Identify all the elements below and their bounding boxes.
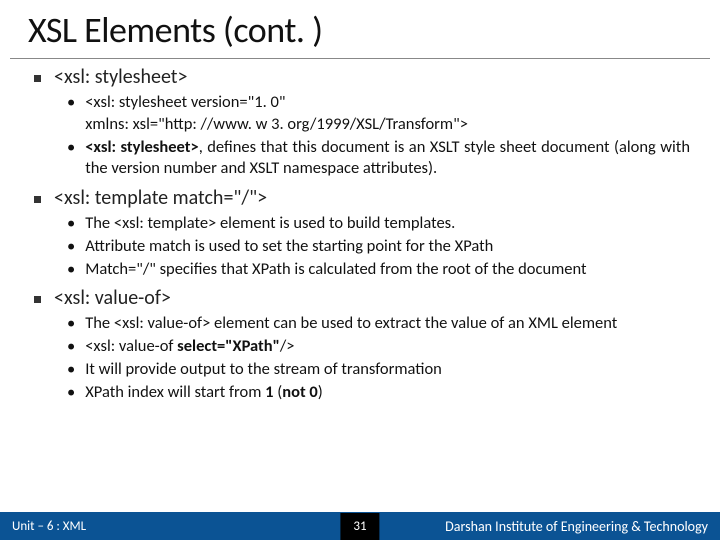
slide-content: <xsl: stylesheet> • <xsl: stylesheet ver… (0, 65, 720, 403)
list-item-text: <xsl: stylesheet>, defines that this doc… (85, 137, 690, 181)
sub-list: • <xsl: stylesheet version="1. 0" xmlns:… (67, 92, 690, 180)
list-item: • Attribute match is used to set the sta… (67, 236, 690, 258)
list-item-text: <xsl: stylesheet version="1. 0" xmlns: x… (85, 92, 690, 136)
list-item: • <xsl: value-of select="XPath"/> (67, 336, 690, 358)
section-heading: <xsl: stylesheet> (34, 65, 698, 89)
list-item-text: Match="/" specifies that XPath is calcul… (85, 259, 690, 281)
bullet-icon: • (67, 213, 75, 235)
bullet-icon: • (67, 313, 75, 335)
list-item: • It will provide output to the stream o… (67, 359, 690, 381)
list-item-text: Attribute match is used to set the start… (85, 236, 690, 258)
footer-unit: Unit – 6 : XML (12, 519, 86, 534)
bullet-icon: • (67, 359, 75, 381)
section-heading: <xsl: value-of> (34, 286, 698, 310)
section-heading: <xsl: template match="/"> (34, 186, 698, 210)
sub-list: • The <xsl: template> element is used to… (67, 213, 690, 280)
bullet-icon: • (67, 336, 75, 358)
list-item-text: The <xsl: value-of> element can be used … (85, 313, 690, 335)
list-item: • <xsl: stylesheet version="1. 0" xmlns:… (67, 92, 690, 136)
list-item-text: It will provide output to the stream of … (85, 359, 690, 381)
square-bullet-icon (34, 196, 41, 203)
list-item-text: The <xsl: template> element is used to b… (85, 213, 690, 235)
section-heading-text: <xsl: value-of> (54, 286, 171, 310)
list-item: • Match="/" specifies that XPath is calc… (67, 259, 690, 281)
list-item: • The <xsl: value-of> element can be use… (67, 313, 690, 335)
list-item-text: XPath index will start from 1 (not 0) (85, 382, 690, 404)
list-item: • XPath index will start from 1 (not 0) (67, 382, 690, 404)
bullet-icon: • (67, 236, 75, 258)
bullet-icon: • (67, 92, 75, 114)
section-heading-text: <xsl: stylesheet> (54, 65, 187, 89)
sub-list: • The <xsl: value-of> element can be use… (67, 313, 690, 403)
footer-page-number: 31 (340, 513, 379, 540)
list-item-text: <xsl: value-of select="XPath"/> (85, 336, 690, 358)
square-bullet-icon (34, 296, 41, 303)
list-item: • <xsl: stylesheet>, defines that this d… (67, 137, 690, 181)
list-item: • The <xsl: template> element is used to… (67, 213, 690, 235)
footer-bar: Unit – 6 : XML 31 Darshan Institute of E… (0, 512, 720, 540)
bullet-icon: • (67, 137, 75, 159)
footer-institute: Darshan Institute of Engineering & Techn… (445, 518, 708, 535)
slide-title: XSL Elements (cont. ) (10, 0, 710, 59)
square-bullet-icon (34, 75, 41, 82)
bullet-icon: • (67, 259, 75, 281)
section-heading-text: <xsl: template match="/"> (54, 186, 267, 210)
bullet-icon: • (67, 382, 75, 404)
